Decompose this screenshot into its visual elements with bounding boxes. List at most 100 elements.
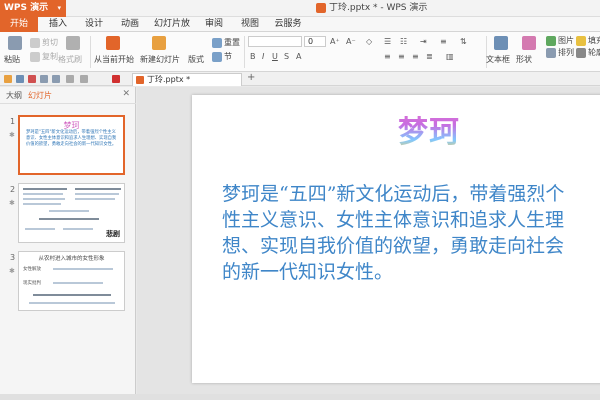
thumb-text-line	[23, 198, 65, 200]
slide-title[interactable]: 梦珂	[398, 107, 460, 151]
tab-slides[interactable]: 幻灯片	[28, 90, 52, 101]
undo-icon[interactable]	[66, 75, 74, 83]
title-bar: WPS 演示 ▾ 丁玲.pptx * - WPS 演示	[0, 0, 600, 17]
tab-review[interactable]: 审阅	[200, 17, 228, 32]
shrink-font-button[interactable]: A⁻	[346, 37, 356, 46]
textbox-button[interactable]: 文本框	[486, 54, 510, 65]
cut-button[interactable]: 剪切	[30, 37, 58, 48]
paste-icon	[8, 36, 22, 50]
tab-cloud[interactable]: 云服务	[270, 17, 306, 32]
wps-logo-icon	[112, 75, 120, 83]
redo-icon[interactable]	[80, 75, 88, 83]
bold-button[interactable]: B	[250, 52, 256, 61]
font-size-select[interactable]: 0	[304, 36, 326, 47]
layout-button[interactable]: 版式	[188, 54, 204, 65]
fill-icon	[576, 35, 586, 46]
tab-design[interactable]: 设计	[80, 17, 108, 32]
ribbon-divider	[244, 36, 245, 68]
arrange-icon	[546, 47, 556, 58]
document-tab[interactable]: 丁玲.pptx *	[132, 73, 242, 86]
thumb-text-line	[63, 228, 93, 230]
slide-thumbnail-2[interactable]: 悲剧	[18, 183, 125, 243]
shape-button[interactable]: 形状	[516, 54, 532, 65]
body-line: 的新一代知识女性。	[222, 261, 394, 283]
tab-home[interactable]: 开始	[0, 17, 38, 32]
reset-button[interactable]: 重置	[212, 37, 240, 48]
font-name-select[interactable]	[248, 36, 302, 47]
thumb-body: 梦珂是"五四"新文化运动后，带着强烈个性主义意识、女性主体意识和追求人生理想、实…	[26, 130, 117, 147]
thumb-text-line	[29, 302, 115, 304]
open-icon[interactable]	[4, 75, 12, 83]
thumb-text-line	[75, 188, 121, 190]
format-painter-button[interactable]: 格式刷	[58, 54, 82, 65]
picture-button[interactable]: 图片	[546, 35, 574, 46]
thumb-text-line	[53, 268, 113, 270]
fill-button[interactable]: 填充	[576, 35, 600, 46]
justify-icon[interactable]: ≣	[426, 52, 433, 61]
copy-button[interactable]: 复制	[30, 51, 58, 62]
window-title: 丁玲.pptx * - WPS 演示	[316, 0, 427, 17]
align-right-icon[interactable]: ≡	[412, 52, 419, 61]
new-slide-button[interactable]: 新建幻灯片	[140, 54, 180, 65]
app-menu-button[interactable]: WPS 演示 ▾	[0, 0, 66, 17]
text-direction-icon[interactable]: ⇅	[460, 37, 467, 46]
thumb-tag: 悲剧	[106, 230, 120, 238]
arrange-button[interactable]: 排列	[546, 47, 574, 58]
animation-icon: ✱	[9, 131, 15, 139]
close-icon[interactable]: ✕	[122, 89, 130, 99]
scissors-icon	[30, 37, 40, 48]
menu-bar: 开始 插入 设计 动画 幻灯片放映 审阅 视图 云服务	[0, 17, 600, 44]
align-center-icon[interactable]: ≡	[398, 52, 405, 61]
tab-view[interactable]: 视图	[236, 17, 264, 32]
tab-slideshow[interactable]: 幻灯片放映	[150, 17, 194, 44]
from-current-button[interactable]: 从当前开始	[94, 54, 134, 65]
slide-canvas: 梦珂 梦珂是“五四”新文化运动后，带着强烈个 性主义意识、女性主体意识和追求人生…	[137, 87, 600, 400]
thumb-text-line	[75, 193, 119, 195]
slide-panel: 大纲 幻灯片 ✕ 1 ✱ 梦珂 梦珂是"五四"新文化运动后，带着强烈个性主义意识…	[0, 87, 136, 400]
columns-icon[interactable]: ▥	[446, 52, 454, 61]
export-pdf-icon[interactable]	[28, 75, 36, 83]
panel-tabs: 大纲 幻灯片 ✕	[0, 87, 136, 104]
reset-icon	[212, 37, 222, 48]
presentation-file-icon	[316, 2, 326, 13]
numbering-icon[interactable]: ☷	[400, 37, 407, 46]
strikethrough-button[interactable]: A	[296, 52, 301, 61]
italic-button[interactable]: I	[262, 52, 264, 61]
animation-icon: ✱	[9, 199, 15, 207]
slide-thumbnail-3[interactable]: 从农村进入城市的女性形象 女性解放 现实批判	[18, 251, 125, 311]
copy-icon	[30, 51, 40, 62]
indent-icon[interactable]: ⇥	[420, 37, 427, 46]
tab-insert[interactable]: 插入	[44, 17, 72, 32]
tab-outline[interactable]: 大纲	[6, 90, 22, 101]
preview-icon[interactable]	[52, 75, 60, 83]
align-left-icon[interactable]: ≡	[384, 52, 391, 61]
textbox-icon	[494, 36, 508, 50]
presentation-file-icon	[136, 76, 144, 84]
underline-button[interactable]: U	[272, 52, 278, 61]
thumb-text-line	[75, 198, 115, 200]
brush-icon	[66, 36, 80, 50]
outline-icon	[576, 47, 586, 58]
outline-button[interactable]: 轮廓	[576, 47, 600, 58]
slide-number: 2	[10, 185, 16, 194]
slide-number: 3	[10, 253, 16, 262]
current-slide[interactable]: 梦珂 梦珂是“五四”新文化运动后，带着强烈个 性主义意识、女性主体意识和追求人生…	[192, 95, 600, 383]
print-icon[interactable]	[40, 75, 48, 83]
new-tab-button[interactable]: +	[247, 72, 255, 83]
clear-format-icon[interactable]: ◇	[366, 37, 372, 46]
slide-number: 1	[10, 117, 16, 126]
shadow-button[interactable]: S	[284, 52, 289, 61]
quick-access-bar	[0, 72, 600, 86]
slide-body-text[interactable]: 梦珂是“五四”新文化运动后，带着强烈个 性主义意识、女性主体意识和追求人生理 想…	[222, 181, 600, 285]
save-icon[interactable]	[16, 75, 24, 83]
status-bar	[0, 394, 600, 400]
bullets-icon[interactable]: ☰	[384, 37, 391, 46]
thumb-text-line	[23, 188, 67, 190]
slide-thumbnail-1[interactable]: 梦珂 梦珂是"五四"新文化运动后，带着强烈个性主义意识、女性主体意识和追求人生理…	[18, 115, 125, 175]
line-spacing-icon[interactable]: ≡	[440, 37, 447, 46]
grow-font-button[interactable]: A⁺	[330, 37, 340, 46]
section-button[interactable]: 节	[212, 51, 232, 62]
tab-animation[interactable]: 动画	[116, 17, 144, 32]
paste-button[interactable]: 粘贴	[4, 54, 20, 65]
body-line: 梦珂是“五四”新文化运动后，带着强烈个	[222, 183, 565, 205]
